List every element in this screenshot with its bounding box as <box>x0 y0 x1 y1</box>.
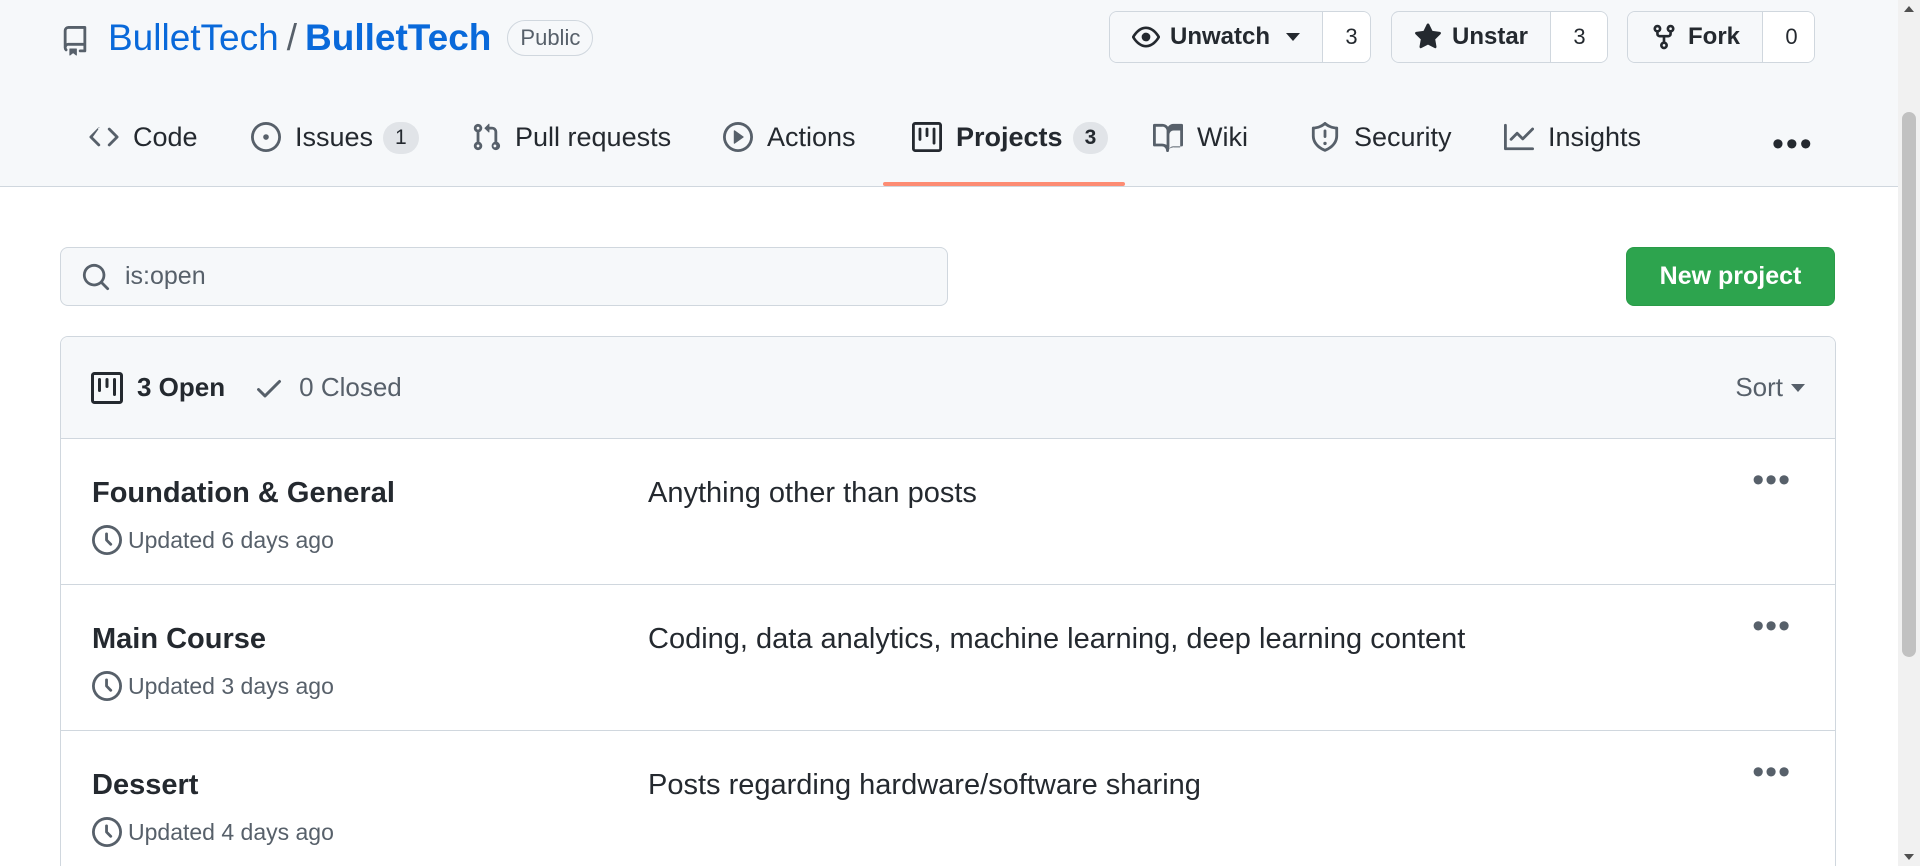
vertical-scrollbar[interactable] <box>1898 0 1920 866</box>
repo-actions: Unwatch 3 Unstar 3 Fork 0 <box>0 11 1898 63</box>
search-icon <box>82 263 110 290</box>
project-description: Coding, data analytics, machine learning… <box>648 623 1466 655</box>
scrollbar-thumb[interactable] <box>1902 112 1916 657</box>
clock-icon <box>92 525 122 555</box>
project-updated-text: Updated 6 days ago <box>128 526 334 553</box>
shield-icon <box>1311 122 1339 152</box>
search-value: is:open <box>125 262 206 290</box>
project-icon <box>91 371 123 404</box>
project-updated-text: Updated 4 days ago <box>128 818 334 845</box>
tab-security-label: Security <box>1354 122 1452 152</box>
tab-actions-label: Actions <box>767 122 856 152</box>
unwatch-label: Unwatch <box>1170 23 1271 50</box>
chevron-down-icon <box>1286 33 1301 41</box>
tab-security[interactable]: Security <box>1310 110 1452 187</box>
project-row: Main Course Updated 3 days ago Coding, d… <box>61 585 1835 731</box>
star-button-group: Unstar 3 <box>1391 11 1608 63</box>
clock-icon <box>92 817 122 847</box>
project-updated: Updated 4 days ago <box>92 817 334 847</box>
open-filter-label: 3 Open <box>137 372 226 402</box>
tab-code-label: Code <box>133 122 198 152</box>
scroll-up-icon[interactable] <box>1904 6 1914 12</box>
tab-actions[interactable]: Actions <box>723 110 856 187</box>
issue-icon <box>251 122 281 152</box>
projects-list: 3 Open 0 Closed Sort Foundation & Genera… <box>60 336 1836 866</box>
pull-request-icon <box>473 123 501 151</box>
projects-counter: 3 <box>1072 122 1109 154</box>
book-icon <box>1153 123 1183 152</box>
kebab-menu-icon[interactable]: ••• <box>1752 607 1791 646</box>
search-input[interactable]: is:open <box>60 247 948 306</box>
tab-issues[interactable]: Issues 1 <box>251 110 419 187</box>
watch-count[interactable]: 3 <box>1322 12 1370 62</box>
star-count[interactable]: 3 <box>1550 12 1607 62</box>
project-updated: Updated 3 days ago <box>92 671 334 701</box>
star-icon <box>1415 23 1441 49</box>
new-project-button[interactable]: New project <box>1626 247 1835 306</box>
tab-insights-label: Insights <box>1548 122 1642 152</box>
tab-wiki[interactable]: Wiki <box>1153 110 1248 187</box>
project-title-link[interactable]: Main Course <box>92 623 266 656</box>
check-icon <box>257 379 282 397</box>
caret-down-icon <box>1791 383 1805 392</box>
active-tab-underline <box>883 182 1125 186</box>
scroll-down-icon[interactable] <box>1904 854 1914 860</box>
tab-insights[interactable]: Insights <box>1504 110 1641 187</box>
sort-dropdown[interactable]: Sort <box>1735 372 1805 403</box>
repo-header: BulletTech / BulletTech Public Unwatch 3… <box>0 0 1898 187</box>
clock-icon <box>92 671 122 701</box>
more-tabs-kebab-icon[interactable]: ••• <box>1772 125 1814 164</box>
code-icon <box>89 127 119 147</box>
open-filter[interactable]: 3 Open <box>91 371 226 404</box>
fork-count[interactable]: 0 <box>1762 12 1814 62</box>
watch-button-group: Unwatch 3 <box>1109 11 1371 63</box>
graph-icon <box>1504 123 1534 151</box>
page: BulletTech / BulletTech Public Unwatch 3… <box>0 0 1920 866</box>
tab-projects[interactable]: Projects 3 <box>912 110 1109 187</box>
project-description: Anything other than posts <box>648 477 977 509</box>
project-description: Posts regarding hardware/software sharin… <box>648 769 1201 801</box>
tab-issues-label: Issues <box>295 122 374 152</box>
play-icon <box>723 122 753 152</box>
kebab-menu-icon[interactable]: ••• <box>1752 753 1791 792</box>
project-title-link[interactable]: Dessert <box>92 769 198 802</box>
tab-pull-requests-label: Pull requests <box>515 122 672 152</box>
project-icon <box>912 122 942 152</box>
sort-label: Sort <box>1735 372 1783 402</box>
projects-list-header: 3 Open 0 Closed Sort <box>61 337 1835 439</box>
project-updated: Updated 6 days ago <box>92 525 334 555</box>
tab-code[interactable]: Code <box>89 110 198 187</box>
tab-pull-requests[interactable]: Pull requests <box>471 110 671 187</box>
repo-nav-tabs: Code Issues 1 Pull requests Actions Proj… <box>60 110 1898 187</box>
fork-label: Fork <box>1688 23 1741 50</box>
fork-icon <box>1653 24 1675 50</box>
unstar-label: Unstar <box>1452 23 1529 50</box>
project-updated-text: Updated 3 days ago <box>128 672 334 699</box>
unwatch-button[interactable]: Unwatch <box>1110 12 1323 62</box>
tab-projects-label: Projects <box>956 122 1063 152</box>
project-title-link[interactable]: Foundation & General <box>92 477 395 510</box>
unstar-button[interactable]: Unstar <box>1392 12 1551 62</box>
issues-counter: 1 <box>383 122 419 154</box>
eye-icon <box>1132 26 1160 48</box>
project-row: Foundation & General Updated 6 days ago … <box>61 439 1835 585</box>
closed-filter[interactable]: 0 Closed <box>253 372 402 404</box>
tab-wiki-label: Wiki <box>1197 122 1248 152</box>
kebab-menu-icon[interactable]: ••• <box>1752 461 1791 500</box>
project-row: Dessert Updated 4 days ago Posts regardi… <box>61 731 1835 866</box>
closed-filter-label: 0 Closed <box>299 372 402 402</box>
fork-button-group: Fork 0 <box>1627 11 1815 63</box>
fork-button[interactable]: Fork <box>1628 12 1763 62</box>
